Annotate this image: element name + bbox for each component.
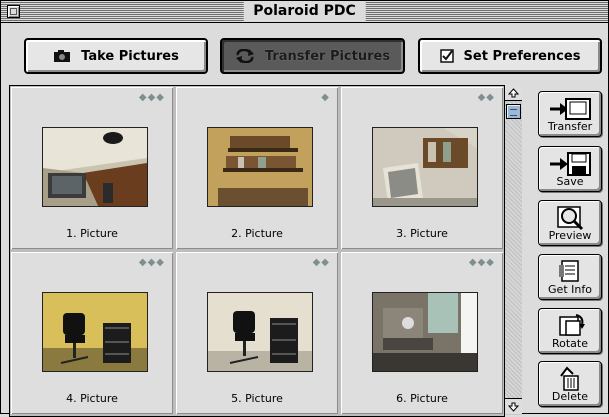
picture-caption: 4. Picture: [66, 392, 118, 405]
picture-caption: 2. Picture: [231, 227, 283, 240]
save-label: Save: [556, 175, 584, 188]
picture-thumbnail-2[interactable]: [207, 127, 313, 207]
save-disk-icon: [550, 152, 591, 176]
picture-cell-6[interactable]: ◆◆◆ 6. Picture: [341, 252, 503, 414]
scroll-up-arrow-icon[interactable]: [505, 85, 522, 101]
window-title: Polaroid PDC: [243, 2, 366, 21]
checkbox-icon: [439, 49, 454, 63]
quality-marks: ◆◆◆: [138, 257, 165, 268]
quality-marks: ◆: [321, 92, 330, 103]
set-preferences-label: Set Preferences: [463, 48, 581, 64]
quality-marks: ◆◆◆: [468, 257, 495, 268]
picture-cell-5[interactable]: ◆◆ 5. Picture: [176, 252, 338, 414]
take-pictures-label: Take Pictures: [81, 48, 179, 64]
preview-button[interactable]: Preview: [538, 200, 602, 246]
picture-thumbnail-5[interactable]: [207, 292, 313, 372]
picture-thumbnail-1[interactable]: [42, 127, 148, 207]
transfer-button[interactable]: Transfer: [538, 91, 602, 137]
scroll-track[interactable]: [505, 102, 522, 398]
picture-cell-2[interactable]: ◆ 2. Picture: [176, 87, 338, 249]
quality-marks: ◆◆: [477, 92, 495, 103]
save-button[interactable]: Save: [538, 146, 602, 192]
app-window: Polaroid PDC Take Pictures Transfer Pict…: [0, 0, 609, 417]
picture-cell-4[interactable]: ◆◆◆ 4. Picture: [11, 252, 173, 414]
sync-arrows-icon: [235, 49, 254, 63]
camera-icon: [54, 50, 71, 62]
picture-thumbnail-6[interactable]: [372, 292, 478, 372]
get-info-label: Get Info: [548, 283, 592, 296]
vertical-scrollbar[interactable]: [504, 85, 522, 415]
scroll-thumb[interactable]: [506, 104, 521, 119]
picture-caption: 1. Picture: [66, 227, 118, 240]
close-box-icon[interactable]: [7, 5, 20, 18]
take-pictures-button[interactable]: Take Pictures: [24, 38, 208, 74]
picture-caption: 5. Picture: [231, 392, 283, 405]
trash-can-icon: [560, 366, 579, 391]
picture-thumbnail-3[interactable]: [372, 127, 478, 207]
set-preferences-button[interactable]: Set Preferences: [418, 38, 602, 74]
quality-marks: ◆◆◆: [138, 92, 165, 103]
transfer-pictures-button[interactable]: Transfer Pictures: [220, 38, 405, 74]
delete-button[interactable]: Delete: [538, 361, 602, 407]
delete-label: Delete: [551, 390, 589, 403]
scroll-down-arrow-icon[interactable]: [505, 398, 522, 414]
rotate-icon: [559, 314, 585, 336]
picture-caption: 6. Picture: [396, 392, 448, 405]
title-bar[interactable]: Polaroid PDC: [1, 1, 608, 23]
info-document-icon: [559, 260, 579, 282]
picture-cell-1[interactable]: ◆◆◆ 1. Picture: [11, 87, 173, 249]
picture-cell-3[interactable]: ◆◆ 3. Picture: [341, 87, 503, 249]
transfer-label: Transfer: [547, 120, 593, 133]
transfer-pictures-label: Transfer Pictures: [264, 48, 391, 64]
picture-caption: 3. Picture: [396, 227, 448, 240]
preview-label: Preview: [548, 229, 592, 242]
quality-marks: ◆◆: [312, 257, 330, 268]
picture-thumbnail-4[interactable]: [42, 292, 148, 372]
transfer-icon: [550, 98, 591, 120]
picture-grid: ◆◆◆ 1. Picture ◆ 2. Picture ◆◆ 3. Pictur…: [9, 85, 505, 417]
rotate-button[interactable]: Rotate: [538, 308, 602, 354]
get-info-button[interactable]: Get Info: [538, 254, 602, 300]
rotate-label: Rotate: [551, 337, 588, 350]
magnifier-icon: [557, 206, 584, 231]
